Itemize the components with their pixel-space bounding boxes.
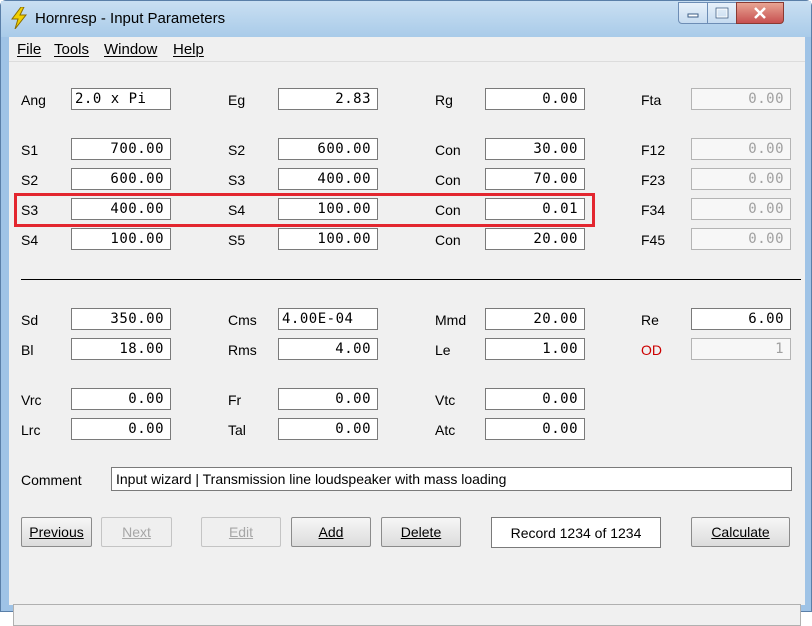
rms-field[interactable]: 4.00: [278, 338, 378, 360]
menu-window[interactable]: Window: [104, 41, 157, 58]
s1-label: S1: [21, 142, 39, 158]
rg-field[interactable]: 0.00: [485, 88, 585, 110]
od-label[interactable]: OD: [641, 342, 662, 358]
menu-tools[interactable]: Tools: [54, 41, 89, 58]
s2-field[interactable]: 600.00: [278, 138, 378, 160]
fr-field[interactable]: 0.00: [278, 388, 378, 410]
client-area: File Tools Window Help Ang 2.0 x Pi Eg 2…: [9, 37, 805, 626]
next-button-label: Next: [122, 524, 151, 540]
maximize-button[interactable]: [707, 2, 737, 24]
s5-label: S5: [228, 232, 246, 248]
lrc-label: Lrc: [21, 422, 41, 438]
s1-field[interactable]: 700.00: [71, 138, 171, 160]
con2-label: Con: [435, 172, 461, 188]
comment-field[interactable]: Input wizard | Transmission line loudspe…: [111, 467, 792, 491]
f12-label: F12: [641, 142, 666, 158]
comment-label: Comment: [21, 472, 82, 488]
f34-field: 0.00: [691, 198, 791, 220]
re-label: Re: [641, 312, 659, 328]
vrc-field[interactable]: 0.00: [71, 388, 171, 410]
s3-field[interactable]: 400.00: [278, 168, 378, 190]
title-bar[interactable]: Hornresp - Input Parameters: [1, 1, 811, 37]
close-icon: [754, 7, 766, 19]
sd-label: Sd: [21, 312, 39, 328]
close-button[interactable]: [736, 2, 784, 24]
previous-button-label: Previous: [29, 524, 84, 540]
tal-label: Tal: [228, 422, 246, 438]
status-bar: [13, 604, 801, 626]
f12-field: 0.00: [691, 138, 791, 160]
atc-label: Atc: [435, 422, 456, 438]
s3-label: S3: [228, 172, 246, 188]
f23-field: 0.00: [691, 168, 791, 190]
menu-bar: File Tools Window Help: [9, 37, 805, 62]
lightning-bolt-icon: [11, 7, 28, 29]
minimize-icon: [687, 13, 699, 18]
od-field: 1: [691, 338, 791, 360]
con4-label: Con: [435, 232, 461, 248]
f45-label: F45: [641, 232, 666, 248]
bl-label: Bl: [21, 342, 34, 358]
fta-field: 0.00: [691, 88, 791, 110]
calculate-button[interactable]: Calculate: [691, 517, 790, 547]
atc-field[interactable]: 0.00: [485, 418, 585, 440]
s2-row-field[interactable]: 600.00: [71, 168, 171, 190]
vtc-field[interactable]: 0.00: [485, 388, 585, 410]
s4-row-field[interactable]: 100.00: [71, 228, 171, 250]
delete-button-label: Delete: [400, 524, 442, 540]
le-label: Le: [435, 342, 451, 358]
edit-button[interactable]: Edit: [201, 517, 281, 547]
delete-button[interactable]: Delete: [381, 517, 461, 547]
add-button[interactable]: Add: [291, 517, 371, 547]
next-button[interactable]: Next: [101, 517, 172, 547]
f23-label: F23: [641, 172, 666, 188]
cms-field[interactable]: 4.00E-04: [278, 308, 378, 330]
section-divider: [21, 279, 801, 280]
f45-field: 0.00: [691, 228, 791, 250]
input-parameters-form: Ang 2.0 x Pi Eg 2.83 Rg 0.00 Fta 0.00 S1…: [9, 61, 805, 626]
s2-row-label: S2: [21, 172, 39, 188]
cms-label: Cms: [228, 312, 257, 328]
con2-field[interactable]: 70.00: [485, 168, 585, 190]
lrc-field[interactable]: 0.00: [71, 418, 171, 440]
con1-label: Con: [435, 142, 461, 158]
vrc-label: Vrc: [21, 392, 42, 408]
record-indicator-text: Record 1234 of 1234: [510, 524, 642, 541]
menu-file[interactable]: File: [17, 41, 41, 58]
highlight-box: [14, 193, 595, 227]
le-field[interactable]: 1.00: [485, 338, 585, 360]
fta-label: Fta: [641, 92, 662, 108]
eg-label: Eg: [228, 92, 246, 108]
record-indicator: Record 1234 of 1234: [491, 517, 661, 548]
vtc-label: Vtc: [435, 392, 456, 408]
ang-label: Ang: [21, 92, 46, 108]
rg-label: Rg: [435, 92, 453, 108]
s5-field[interactable]: 100.00: [278, 228, 378, 250]
tal-field[interactable]: 0.00: [278, 418, 378, 440]
sd-field[interactable]: 350.00: [71, 308, 171, 330]
f34-label: F34: [641, 202, 666, 218]
bl-field[interactable]: 18.00: [71, 338, 171, 360]
con4-field[interactable]: 20.00: [485, 228, 585, 250]
eg-field[interactable]: 2.83: [278, 88, 378, 110]
re-field[interactable]: 6.00: [691, 308, 791, 330]
mmd-label: Mmd: [435, 312, 467, 328]
rms-label: Rms: [228, 342, 257, 358]
menu-help[interactable]: Help: [173, 41, 204, 58]
previous-button[interactable]: Previous: [21, 517, 92, 547]
edit-button-label: Edit: [228, 524, 254, 540]
maximize-icon: [715, 7, 729, 19]
window-title: Hornresp - Input Parameters: [35, 10, 226, 27]
con1-field[interactable]: 30.00: [485, 138, 585, 160]
calculate-button-label: Calculate: [711, 524, 770, 540]
s4-row-label: S4: [21, 232, 39, 248]
mmd-field[interactable]: 20.00: [485, 308, 585, 330]
s2-label: S2: [228, 142, 246, 158]
minimize-button[interactable]: [678, 2, 708, 24]
ang-field[interactable]: 2.0 x Pi: [71, 88, 171, 110]
add-button-label: Add: [318, 524, 344, 540]
app-window: Hornresp - Input Parameters File Tools W…: [0, 0, 812, 626]
fr-label: Fr: [228, 392, 242, 408]
